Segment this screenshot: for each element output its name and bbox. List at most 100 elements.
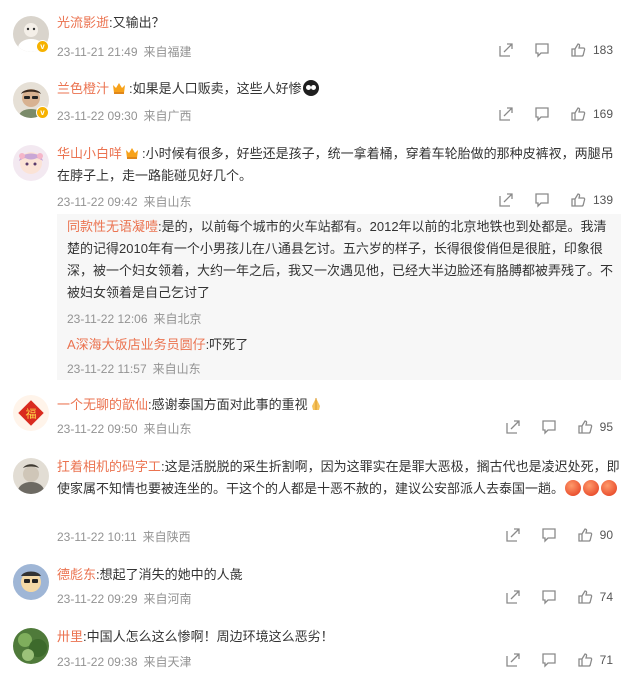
comment-actions: 71: [505, 650, 613, 670]
reply-button[interactable]: [541, 419, 557, 435]
pray-emoji-icon: [311, 398, 320, 410]
share-icon: [499, 43, 513, 57]
emoji-icon: [601, 480, 618, 496]
share-button[interactable]: [498, 42, 514, 58]
comment-icon: [541, 653, 556, 668]
reply-button[interactable]: [534, 106, 550, 122]
reply-button[interactable]: [534, 42, 550, 58]
verified-badge-icon: v: [36, 40, 49, 53]
comment-author[interactable]: 光流影逝: [57, 15, 109, 30]
comment-author[interactable]: 卅里: [57, 629, 83, 644]
share-button[interactable]: [505, 652, 521, 668]
like-button[interactable]: 169: [570, 106, 613, 122]
reply-button[interactable]: [534, 192, 550, 208]
comment-meta: 23-11-22 09:29 来自河南: [57, 590, 192, 607]
comment-actions: 139: [498, 190, 613, 210]
reply-source: 来自山东: [152, 362, 201, 376]
reply-time: 23-11-22 11:57: [67, 362, 147, 376]
comment-source: 来自天津: [143, 655, 192, 669]
share-icon: [505, 528, 520, 542]
comment-source: 来自广西: [143, 109, 192, 123]
crown-icon: [126, 148, 139, 159]
like-count: 71: [599, 653, 613, 667]
comment-source: 来自山东: [143, 422, 192, 436]
like-button[interactable]: 183: [570, 42, 613, 58]
avatar[interactable]: 福: [13, 395, 49, 431]
comment-actions: 74: [505, 587, 613, 607]
comment-body: :如果是人口贩卖，这些人好惨: [129, 81, 302, 96]
emoji-icon: [583, 480, 600, 496]
like-count: 95: [599, 420, 613, 434]
comment-text: 德彪东:想起了消失的她中的人彘: [57, 564, 621, 586]
like-button[interactable]: 139: [570, 192, 613, 208]
like-count: 74: [599, 590, 613, 604]
avatar[interactable]: [13, 145, 49, 181]
comment-time: 23-11-22 09:30: [57, 109, 138, 123]
comment-time: 23-11-22 09:38: [57, 655, 138, 669]
comment-actions: 95: [505, 417, 613, 437]
comment-author[interactable]: 扛着相机的码字工: [57, 459, 161, 474]
comment-time: 23-11-22 09:42: [57, 195, 138, 209]
comment-author[interactable]: 一个无聊的歆仙: [57, 397, 148, 412]
comment-author[interactable]: 德彪东: [57, 567, 96, 582]
comment-author[interactable]: 兰色橙汁: [57, 81, 109, 96]
comment-text: 一个无聊的歆仙:感谢泰国方面对此事的重视: [57, 394, 621, 416]
reply-button[interactable]: [541, 527, 557, 543]
comment-time: 23-11-21 21:49: [57, 45, 138, 59]
like-count: 90: [599, 528, 613, 542]
reply-time: 23-11-22 12:06: [67, 312, 148, 326]
comment-text: 华山小白咩:小时候有很多，好些还是孩子，统一拿着桶，穿着车轮胎做的那种皮裤衩，两…: [57, 143, 621, 187]
crown-icon: [113, 83, 126, 94]
emoji-icon: [302, 80, 319, 96]
share-button[interactable]: [505, 419, 521, 435]
share-button[interactable]: [498, 106, 514, 122]
comment-text: 卅里:中国人怎么这么惨啊！周边环境这么恶劣！: [57, 626, 621, 648]
comment-meta: 23-11-22 09:50 来自山东: [57, 420, 192, 437]
share-icon: [505, 590, 520, 604]
reply-text: A深海大饭店业务员圆仔:吓死了: [67, 334, 613, 356]
like-button[interactable]: 74: [577, 589, 613, 605]
share-button[interactable]: [498, 192, 514, 208]
comment-body: :中国人怎么这么惨啊！周边环境这么恶劣！: [83, 629, 334, 644]
reply-button[interactable]: [541, 589, 557, 605]
like-button[interactable]: 95: [577, 419, 613, 435]
share-button[interactable]: [505, 527, 521, 543]
thumbs-up-icon: [571, 107, 586, 121]
comment-meta: 23-11-22 10:11 来自陕西: [57, 528, 191, 545]
thumbs-up-icon: [577, 420, 592, 434]
comment-text: 兰色橙汁 :如果是人口贩卖，这些人好惨: [57, 78, 621, 100]
like-count: 139: [592, 193, 613, 207]
comment-body: :又输出？: [109, 15, 165, 30]
reply-author[interactable]: 同款性无语凝噎: [67, 219, 158, 234]
comment-actions: 169: [498, 104, 613, 124]
like-count: 183: [592, 43, 613, 57]
comment-time: 23-11-22 10:11: [57, 530, 137, 544]
reply-button[interactable]: [541, 652, 557, 668]
reply-thread: 同款性无语凝噎:是的，以前每个城市的火车站都有。2012年以前的北京地铁也到处都…: [57, 214, 621, 380]
comment-meta: 23-11-22 09:30 来自广西: [57, 107, 192, 124]
comment-icon: [541, 528, 556, 543]
reply-body: :吓死了: [205, 337, 249, 352]
share-button[interactable]: [505, 589, 521, 605]
comment-meta: 23-11-22 09:42 来自山东: [57, 193, 192, 210]
avatar[interactable]: [13, 564, 49, 600]
comment-body: :感谢泰国方面对此事的重视: [148, 397, 308, 412]
comment-actions: 183: [498, 40, 613, 60]
like-button[interactable]: 71: [577, 652, 613, 668]
comment-meta: 23-11-22 09:38 来自天津: [57, 653, 192, 670]
share-icon: [499, 107, 513, 121]
thumbs-up-icon: [571, 193, 586, 207]
avatar[interactable]: [13, 628, 49, 664]
comment-icon: [541, 420, 556, 435]
thumbs-up-icon: [577, 653, 592, 667]
like-button[interactable]: 90: [577, 527, 613, 543]
share-icon: [505, 420, 520, 434]
comment-icon: [535, 43, 549, 58]
reply-text: 同款性无语凝噎:是的，以前每个城市的火车站都有。2012年以前的北京地铁也到处都…: [67, 216, 613, 304]
comment-meta: 23-11-21 21:49 来自福建: [57, 43, 192, 60]
comment-author[interactable]: 华山小白咩: [57, 146, 122, 161]
reply-author[interactable]: A深海大饭店业务员圆仔: [67, 337, 206, 352]
comment-source: 来自河南: [143, 592, 192, 606]
comment-body: :小时候有很多，好些还是孩子，统一拿着桶，穿着车轮胎做的那种皮裤衩，两腿吊在脖子…: [57, 146, 614, 183]
avatar[interactable]: [13, 458, 49, 494]
